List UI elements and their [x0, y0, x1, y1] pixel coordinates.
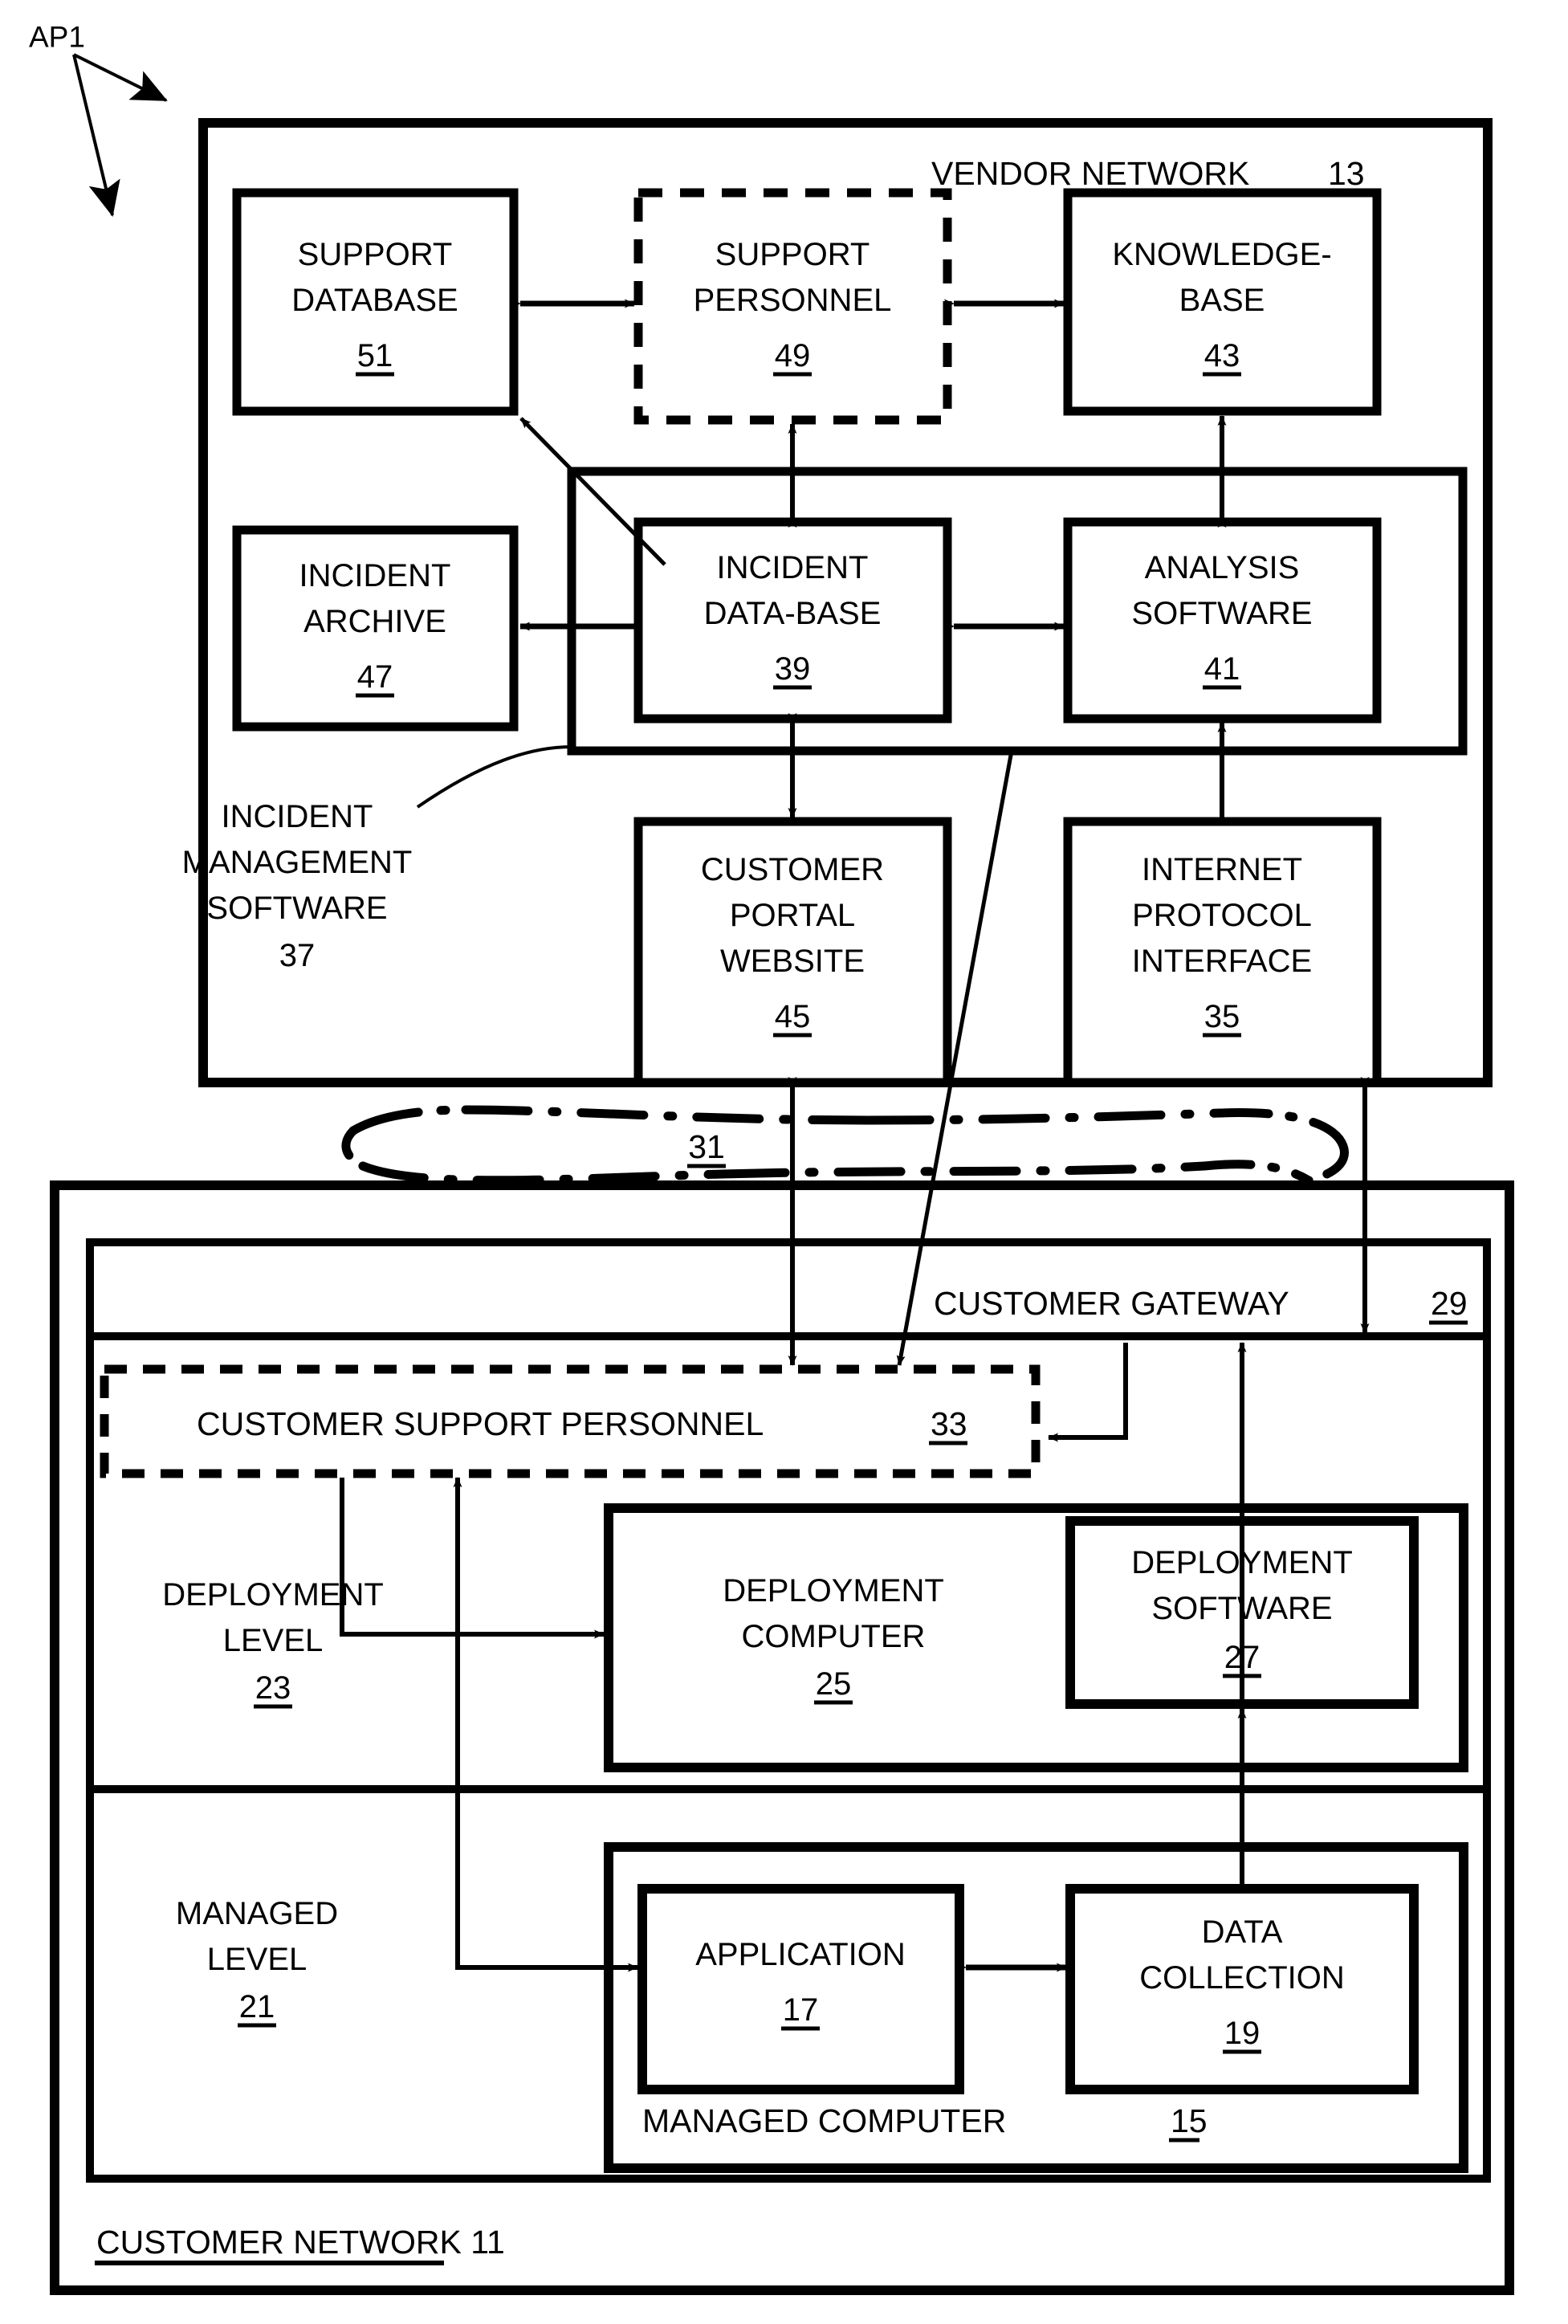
csp-title-text: CUSTOMER SUPPORT PERSONNEL [197, 1405, 764, 1442]
deployment-computer-ref: 25 [816, 1666, 852, 1702]
ap1-leader-arrows [72, 53, 168, 217]
data-collection-line1: DATA [1202, 1914, 1283, 1950]
data-collection-ref: 19 [1224, 2016, 1261, 2051]
vendor-network-ref: 13 [1328, 155, 1365, 192]
managed-level-line1: MANAGED [176, 1896, 338, 1931]
managed-level-ref: 21 [239, 1989, 275, 2024]
deployment-computer-line1: DEPLOYMENT [723, 1573, 944, 1608]
deployment-level-line2: LEVEL [223, 1623, 324, 1658]
managed-computer-title: MANAGED COMPUTER [642, 2102, 1006, 2139]
network-cloud-ref-31: 31 [687, 1128, 726, 1168]
incident-database-line2: DATA-BASE [704, 596, 882, 631]
ims-line2: MANAGEMENT [182, 845, 413, 880]
knowledge-base-box: KNOWLEDGE- BASE 43 [1063, 188, 1382, 416]
network-cloud-ref-text: 31 [688, 1128, 725, 1165]
ipi-ref: 35 [1204, 999, 1240, 1034]
analysis-software-ref: 41 [1204, 651, 1240, 687]
support-database-box: SUPPORT DATABASE 51 [232, 188, 519, 416]
support-database-line2: DATABASE [291, 283, 458, 318]
ims-line1: INCIDENT [222, 799, 373, 834]
analysis-software-line2: SOFTWARE [1131, 596, 1312, 631]
ipi-line3: INTERFACE [1132, 944, 1312, 979]
vendor-network-title-text: VENDOR NETWORK [931, 155, 1249, 192]
customer-support-personnel-box: CUSTOMER SUPPORT PERSONNEL 33 [100, 1364, 1041, 1478]
internet-protocol-interface-box: INTERNET PROTOCOL INTERFACE 35 [1063, 817, 1382, 1087]
figure-callout-label: AP1 [29, 20, 85, 53]
managed-computer-ref: 15 [1171, 2102, 1208, 2139]
data-collection-box: DATA COLLECTION 19 [1065, 1884, 1419, 2094]
support-personnel-ref: 49 [775, 338, 811, 373]
managed-level-line2: LEVEL [207, 1942, 307, 1977]
customer-portal-website-box: CUSTOMER PORTAL WEBSITE 45 [633, 817, 952, 1087]
deployment-level-line1: DEPLOYMENT [162, 1577, 384, 1613]
cpw-line2: PORTAL [730, 898, 855, 933]
data-collection-line2: COLLECTION [1139, 1960, 1345, 1996]
cpw-ref: 45 [775, 999, 811, 1034]
incident-database-box: INCIDENT DATA-BASE 39 [633, 517, 952, 724]
csp-ref: 33 [931, 1405, 967, 1442]
network-cloud-31 [341, 1105, 1349, 1185]
customer-gateway-title-text: CUSTOMER GATEWAY [934, 1285, 1289, 1322]
analysis-software-line1: ANALYSIS [1145, 550, 1300, 585]
support-database-ref: 51 [357, 338, 393, 373]
analysis-software-box: ANALYSIS SOFTWARE 41 [1063, 517, 1382, 724]
customer-gateway-ref: 29 [1431, 1285, 1468, 1322]
knowledge-base-ref: 43 [1204, 338, 1240, 373]
customer-network-title-text: CUSTOMER NETWORK 11 [96, 2224, 505, 2261]
incident-archive-line1: INCIDENT [299, 558, 451, 593]
support-database-line1: SUPPORT [298, 237, 453, 272]
cpw-line1: CUSTOMER [701, 852, 884, 887]
incident-archive-ref: 47 [357, 659, 393, 695]
application-ref: 17 [783, 1992, 819, 2028]
deployment-computer-line2: COMPUTER [742, 1619, 926, 1654]
cpw-line3: WEBSITE [720, 944, 865, 979]
knowledge-base-line2: BASE [1179, 283, 1265, 318]
support-personnel-box: SUPPORT PERSONNEL 49 [633, 188, 952, 425]
incident-database-line1: INCIDENT [717, 550, 869, 585]
incident-archive-line2: ARCHIVE [303, 604, 446, 639]
support-personnel-line2: PERSONNEL [694, 283, 892, 318]
ims-ref: 37 [279, 938, 316, 973]
incident-database-ref: 39 [775, 651, 811, 687]
application-box: APPLICATION 17 [637, 1884, 964, 2094]
deployment-level-ref: 23 [255, 1670, 291, 1706]
application-line1: APPLICATION [695, 1937, 906, 1972]
incident-archive-box: INCIDENT ARCHIVE 47 [232, 525, 519, 732]
support-personnel-line1: SUPPORT [715, 237, 870, 272]
ipi-line2: PROTOCOL [1132, 898, 1312, 933]
ipi-line1: INTERNET [1142, 852, 1302, 887]
ims-line3: SOFTWARE [206, 891, 387, 926]
patent-figure: AP1 VENDOR NETWORK 13 SUPPORT DATABASE 5… [29, 20, 1514, 2295]
knowledge-base-line1: KNOWLEDGE- [1112, 237, 1331, 272]
customer-network-title: CUSTOMER NETWORK 11 [95, 2224, 505, 2265]
